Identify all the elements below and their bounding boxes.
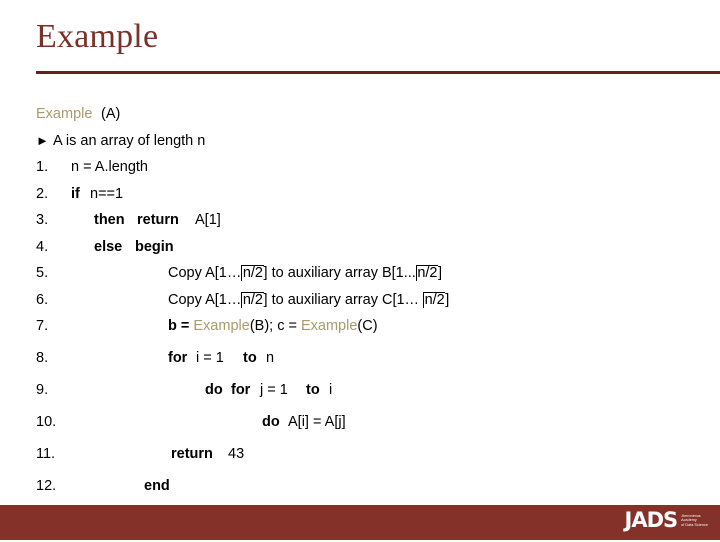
code-line-2: 2. if n==1: [0, 186, 720, 213]
code-line-7: 7. b = Example(B); c = Example(C): [0, 318, 720, 350]
line-number: 2.: [36, 185, 49, 202]
line-number: 5.: [36, 265, 49, 281]
title-divider: [36, 71, 720, 74]
line-content: n = A.length: [71, 159, 148, 175]
copy-text-post: ]: [445, 291, 450, 308]
keyword-return: return: [137, 212, 179, 228]
line-number: 9.: [36, 382, 49, 398]
return-value: 43: [228, 446, 245, 462]
keyword-to: to: [243, 350, 257, 366]
line-number: 8.: [36, 350, 49, 366]
keyword-end: end: [144, 478, 170, 494]
assign-c: (B); c =: [249, 318, 301, 334]
keyword-begin: begin: [135, 238, 174, 255]
line-content: Copy A[1… n/2] to auxiliary array B[1... n…: [168, 265, 443, 282]
code-line-8: 8. for i = 1 to n: [0, 350, 720, 382]
line-number: 11.: [36, 446, 56, 462]
keyword-then: then: [94, 212, 125, 228]
recursive-call-b: Example: [193, 318, 250, 334]
assign-b: b =: [168, 318, 194, 334]
footer-bar: [0, 505, 720, 540]
pseudocode-block: Example (A) ► A is an array of length n …: [0, 106, 720, 510]
code-line-1: 1. n = A.length: [0, 159, 720, 186]
line-content: b = Example(B); c = Example(C): [168, 318, 378, 334]
call-arg-c: (C): [357, 318, 378, 334]
loop-bound: n: [266, 350, 275, 366]
code-line-6: 6. Copy A[1… n/2] to auxiliary array C[1……: [0, 291, 720, 319]
keyword-if: if: [71, 185, 80, 202]
code-line-note: ► A is an array of length n: [0, 133, 720, 160]
code-line-3: 3. then return A[1]: [0, 212, 720, 239]
code-line-11: 11. return 43: [0, 446, 720, 478]
keyword-else: else: [94, 238, 123, 255]
line-content: n==1: [90, 185, 124, 202]
keyword-return: return: [171, 446, 213, 462]
keyword-do: do: [205, 382, 223, 398]
line-number: 6.: [36, 291, 49, 308]
keyword-for: for: [231, 382, 251, 398]
jads-tagline: Jheronimus Academy of Data Science: [681, 514, 708, 528]
jads-wordmark: JADS: [624, 508, 679, 532]
loop-bound: i: [329, 382, 333, 398]
procedure-args: (A): [101, 106, 121, 122]
copy-text-pre: Copy A[1…: [168, 265, 242, 281]
jads-logo: JADS Jheronimus Academy of Data Science: [625, 510, 709, 531]
line-number: 1.: [36, 159, 49, 175]
code-line-10: 10. do A[i] = A[j]: [0, 414, 720, 446]
copy-text-post: ]: [438, 265, 443, 281]
code-line-9: 9. do for j = 1 to i: [0, 382, 720, 414]
loop-init: i = 1: [196, 350, 224, 366]
code-line-5: 5. Copy A[1… n/2] to auxiliary array B[1.…: [0, 265, 720, 292]
page-title: Example: [36, 18, 159, 55]
bullet-icon: ►: [36, 132, 49, 148]
line-number: 10.: [36, 414, 57, 430]
procedure-name: Example: [36, 106, 93, 122]
copy-text-mid: ] to auxiliary array C[1…: [263, 291, 424, 308]
copy-text-mid: ] to auxiliary array B[1...: [263, 265, 416, 281]
keyword-for: for: [168, 350, 188, 366]
ceiling-expr-source: n/2: [241, 291, 264, 308]
line-content: Copy A[1… n/2] to auxiliary array C[1… n/…: [168, 291, 450, 308]
copy-text-pre: Copy A[1…: [168, 291, 242, 308]
line-number: 3.: [36, 212, 49, 228]
line-content: A[1]: [195, 212, 221, 228]
tagline-line-3: of Data Science: [681, 522, 708, 527]
code-line-4: 4. else begin: [0, 239, 720, 266]
note-text: A is an array of length n: [53, 132, 206, 149]
ceiling-expr-source: n/2: [241, 265, 264, 282]
loop-init: j = 1: [260, 382, 288, 398]
keyword-do: do: [262, 414, 280, 430]
line-content: A[i] = A[j]: [288, 414, 346, 430]
recursive-call-c: Example: [300, 318, 358, 334]
code-line-signature: Example (A): [0, 106, 720, 133]
line-number: 4.: [36, 238, 49, 255]
line-number: 12.: [36, 478, 57, 494]
keyword-to: to: [306, 382, 320, 398]
ceiling-expr-dest: n/2: [415, 265, 438, 282]
line-number: 7.: [36, 318, 49, 334]
ceiling-expr-dest: n/2: [423, 291, 446, 308]
